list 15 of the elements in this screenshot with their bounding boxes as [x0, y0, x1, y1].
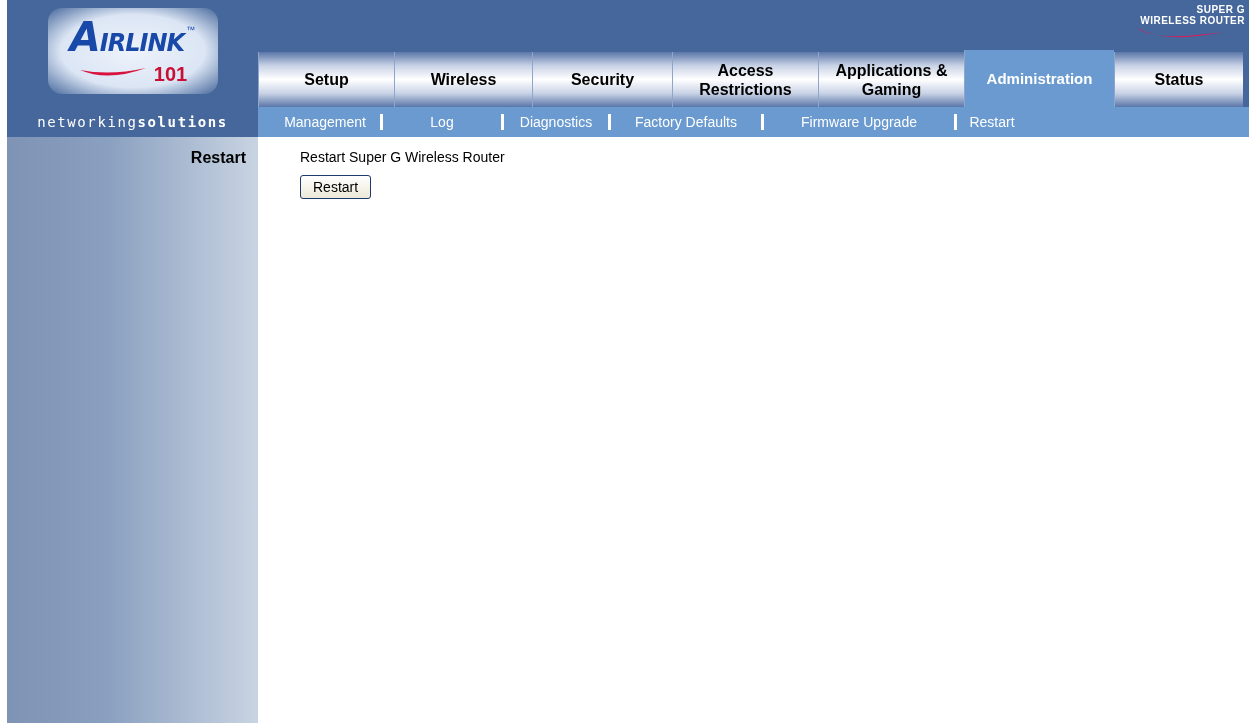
logo-number: 101	[153, 63, 188, 85]
logo-brand: AIRLINK	[69, 17, 185, 62]
nav-tab[interactable]: Wireless	[394, 52, 532, 107]
badge-title: SUPER G	[1196, 4, 1245, 15]
badge-subtitle: WIRELESS ROUTER	[1140, 15, 1245, 26]
section-title: Restart	[190, 149, 246, 166]
restart-button[interactable]: Restart	[300, 175, 372, 199]
nav-tab[interactable]: Setup	[258, 52, 394, 107]
trademark: ™	[186, 25, 196, 35]
nav-tab[interactable]: Applications & Gaming	[818, 52, 964, 107]
nav-tab[interactable]: Access Restrictions	[672, 52, 818, 107]
section-description: Restart Super G Wireless Router	[300, 149, 505, 165]
nav-tab[interactable]: Status	[1114, 52, 1243, 107]
tagline: networkingsolutions	[7, 107, 258, 137]
nav-tab[interactable]: Security	[532, 52, 672, 107]
